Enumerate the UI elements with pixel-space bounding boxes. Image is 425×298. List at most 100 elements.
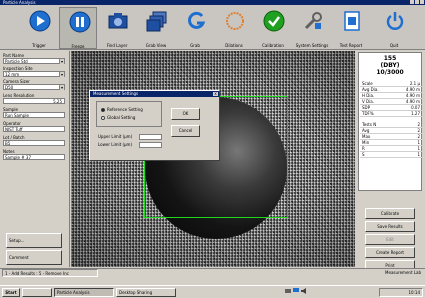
stat-value: 1	[417, 152, 420, 157]
field-value: Particle Std	[5, 59, 28, 64]
lot-input[interactable]: B5	[3, 140, 65, 146]
calibrate-button[interactable]: Calibrate	[365, 208, 415, 219]
lens-resolution-input[interactable]: 5.25	[3, 98, 65, 104]
dialog-title-bar: Measurement Settings x	[90, 91, 219, 97]
tool-dilations[interactable]: Dilations	[215, 7, 253, 49]
status-location: Measurement Lab	[385, 270, 421, 275]
g-letter-icon	[188, 11, 206, 29]
result-count: 155	[383, 55, 397, 62]
tool-label: Grab View	[145, 43, 167, 48]
task-desktop-sharing[interactable]: Desktop Sharing	[116, 288, 176, 297]
stats-table: Scale 2.1 µ Avg Dia. 4.90 m H Dia. 4.90 m V…	[360, 81, 422, 158]
check-circle-icon	[263, 10, 285, 32]
upper-limit-label: Upper Limit (µm)	[98, 134, 133, 139]
stat-key: S	[362, 152, 365, 157]
tool-grab-view[interactable]: Grab View	[137, 7, 175, 49]
inspection-site-select[interactable]: 12 mm ▾	[3, 71, 65, 77]
tool-label: Grab	[190, 43, 200, 48]
tool-find-layer[interactable]: Find Layer	[98, 7, 136, 49]
application-window: Particle Analysis Trigger Freeze Find La…	[0, 0, 425, 298]
report-icon	[344, 11, 360, 31]
layers-icon	[146, 11, 167, 32]
tool-label: Test Report	[339, 43, 363, 48]
volume-icon[interactable]	[301, 288, 307, 294]
result-grade: (DBY)	[380, 62, 400, 69]
tool-label: Find Layer	[106, 43, 128, 48]
field-camera-sizer: Camera Sizer D50 ▾	[3, 79, 65, 90]
field-value: 12 mm	[5, 72, 20, 77]
settings-dialog: Measurement Settings x Reference Setting…	[89, 90, 220, 161]
task-particle-analysis[interactable]: Particle Analysis	[54, 288, 114, 297]
edit-button[interactable]: Edit	[365, 234, 415, 245]
radio-label: Global Setting	[107, 115, 136, 120]
close-button[interactable]	[420, 0, 424, 4]
tool-freeze[interactable]: Freeze	[59, 7, 97, 49]
setting-mode-group: Reference Setting Global Setting	[96, 101, 162, 127]
tool-label: Quit	[389, 43, 399, 48]
lower-limit-input[interactable]	[139, 142, 162, 148]
clock: 10:14	[408, 290, 420, 295]
ring-icon	[226, 12, 244, 30]
tool-quit[interactable]: Quit	[375, 7, 413, 49]
comment-button[interactable]: Comment	[6, 250, 62, 265]
radio-unselected-icon[interactable]	[101, 116, 105, 120]
tool-calibration[interactable]: Calibration	[254, 7, 292, 49]
chevron-down-icon[interactable]: ▾	[59, 72, 64, 77]
status-bar: 1 - Add Results : 5 - Remove Inc Measure…	[0, 268, 425, 277]
radio-global-setting[interactable]: Global Setting	[101, 115, 135, 120]
radio-selected-icon[interactable]	[101, 108, 105, 112]
monitor-icon[interactable]	[293, 288, 299, 294]
start-button[interactable]: Start	[2, 288, 20, 297]
field-value: D50	[5, 85, 14, 90]
tool-system-settings[interactable]: System Settings	[293, 7, 331, 49]
camera-icon	[108, 13, 128, 29]
network-icon[interactable]	[285, 288, 291, 294]
sample-input[interactable]: Run Sample	[3, 112, 65, 118]
play-circle-icon	[29, 10, 51, 32]
maximize-button[interactable]	[415, 0, 419, 4]
setup-button[interactable]: Setup...	[6, 233, 62, 248]
tool-trigger[interactable]: Trigger	[20, 7, 58, 49]
cancel-button[interactable]: Cancel	[171, 125, 200, 137]
status-strip	[0, 277, 425, 285]
field-part-name: Part Name Particle Std ▾	[3, 53, 65, 64]
camera-sizer-select[interactable]: D50 ▾	[3, 84, 65, 90]
ok-button[interactable]: OK	[171, 108, 200, 120]
lower-limit-label: Lower Limit (µm)	[98, 142, 133, 147]
power-icon	[386, 12, 404, 30]
chevron-down-icon[interactable]: ▾	[59, 85, 64, 90]
field-operator: Operator NIST Tuff	[3, 121, 65, 132]
main-toolbar: Trigger Freeze Find Layer Grab View Grab…	[0, 5, 425, 50]
radio-label: Reference Setting	[107, 107, 143, 112]
tool-label: Calibration	[262, 43, 284, 48]
minimize-button[interactable]	[410, 0, 414, 4]
close-icon[interactable]: x	[213, 92, 218, 96]
notes-input[interactable]: Sample # 37	[3, 154, 65, 160]
tool-label: Dilations	[225, 43, 243, 48]
upper-limit-input[interactable]	[139, 134, 162, 140]
dialog-title: Measurement Settings	[93, 91, 139, 96]
system-tray: 10:14	[379, 288, 423, 297]
field-lens-resolution: Lens Resolution 5.25	[3, 93, 65, 104]
part-name-select[interactable]: Particle Std ▾	[3, 58, 65, 64]
field-notes: Notes Sample # 37	[3, 149, 65, 160]
results-panel: 155 (DBY) 10/3000 Scale 2.1 µ Avg Dia. 4.9…	[356, 51, 425, 271]
chevron-down-icon[interactable]: ▾	[59, 59, 64, 64]
create-report-button[interactable]: Create Report	[365, 247, 415, 258]
pause-circle-icon	[69, 11, 91, 33]
field-lot: Lot / Batch B5	[3, 135, 65, 146]
radio-reference-setting[interactable]: Reference Setting	[101, 107, 143, 112]
tool-test-report[interactable]: Test Report	[332, 7, 370, 49]
save-results-button[interactable]: Save Results	[365, 221, 415, 232]
tool-label: Trigger	[32, 43, 46, 48]
status-hint: 1 - Add Results : 5 - Remove Inc	[2, 269, 98, 277]
results-box: 155 (DBY) 10/3000 Scale 2.1 µ Avg Dia. 4.9…	[358, 52, 422, 191]
operator-input[interactable]: NIST Tuff	[3, 126, 65, 132]
tool-label: System Settings	[295, 43, 329, 48]
taskbar: Start Particle Analysis Desktop Sharing …	[0, 285, 425, 298]
result-ratio: 10/3000	[376, 69, 404, 76]
tool-grab[interactable]: Grab	[176, 7, 214, 49]
field-sample: Sample Run Sample	[3, 107, 65, 118]
quick-launch[interactable]	[22, 288, 52, 297]
stat-row: S1	[360, 152, 422, 158]
